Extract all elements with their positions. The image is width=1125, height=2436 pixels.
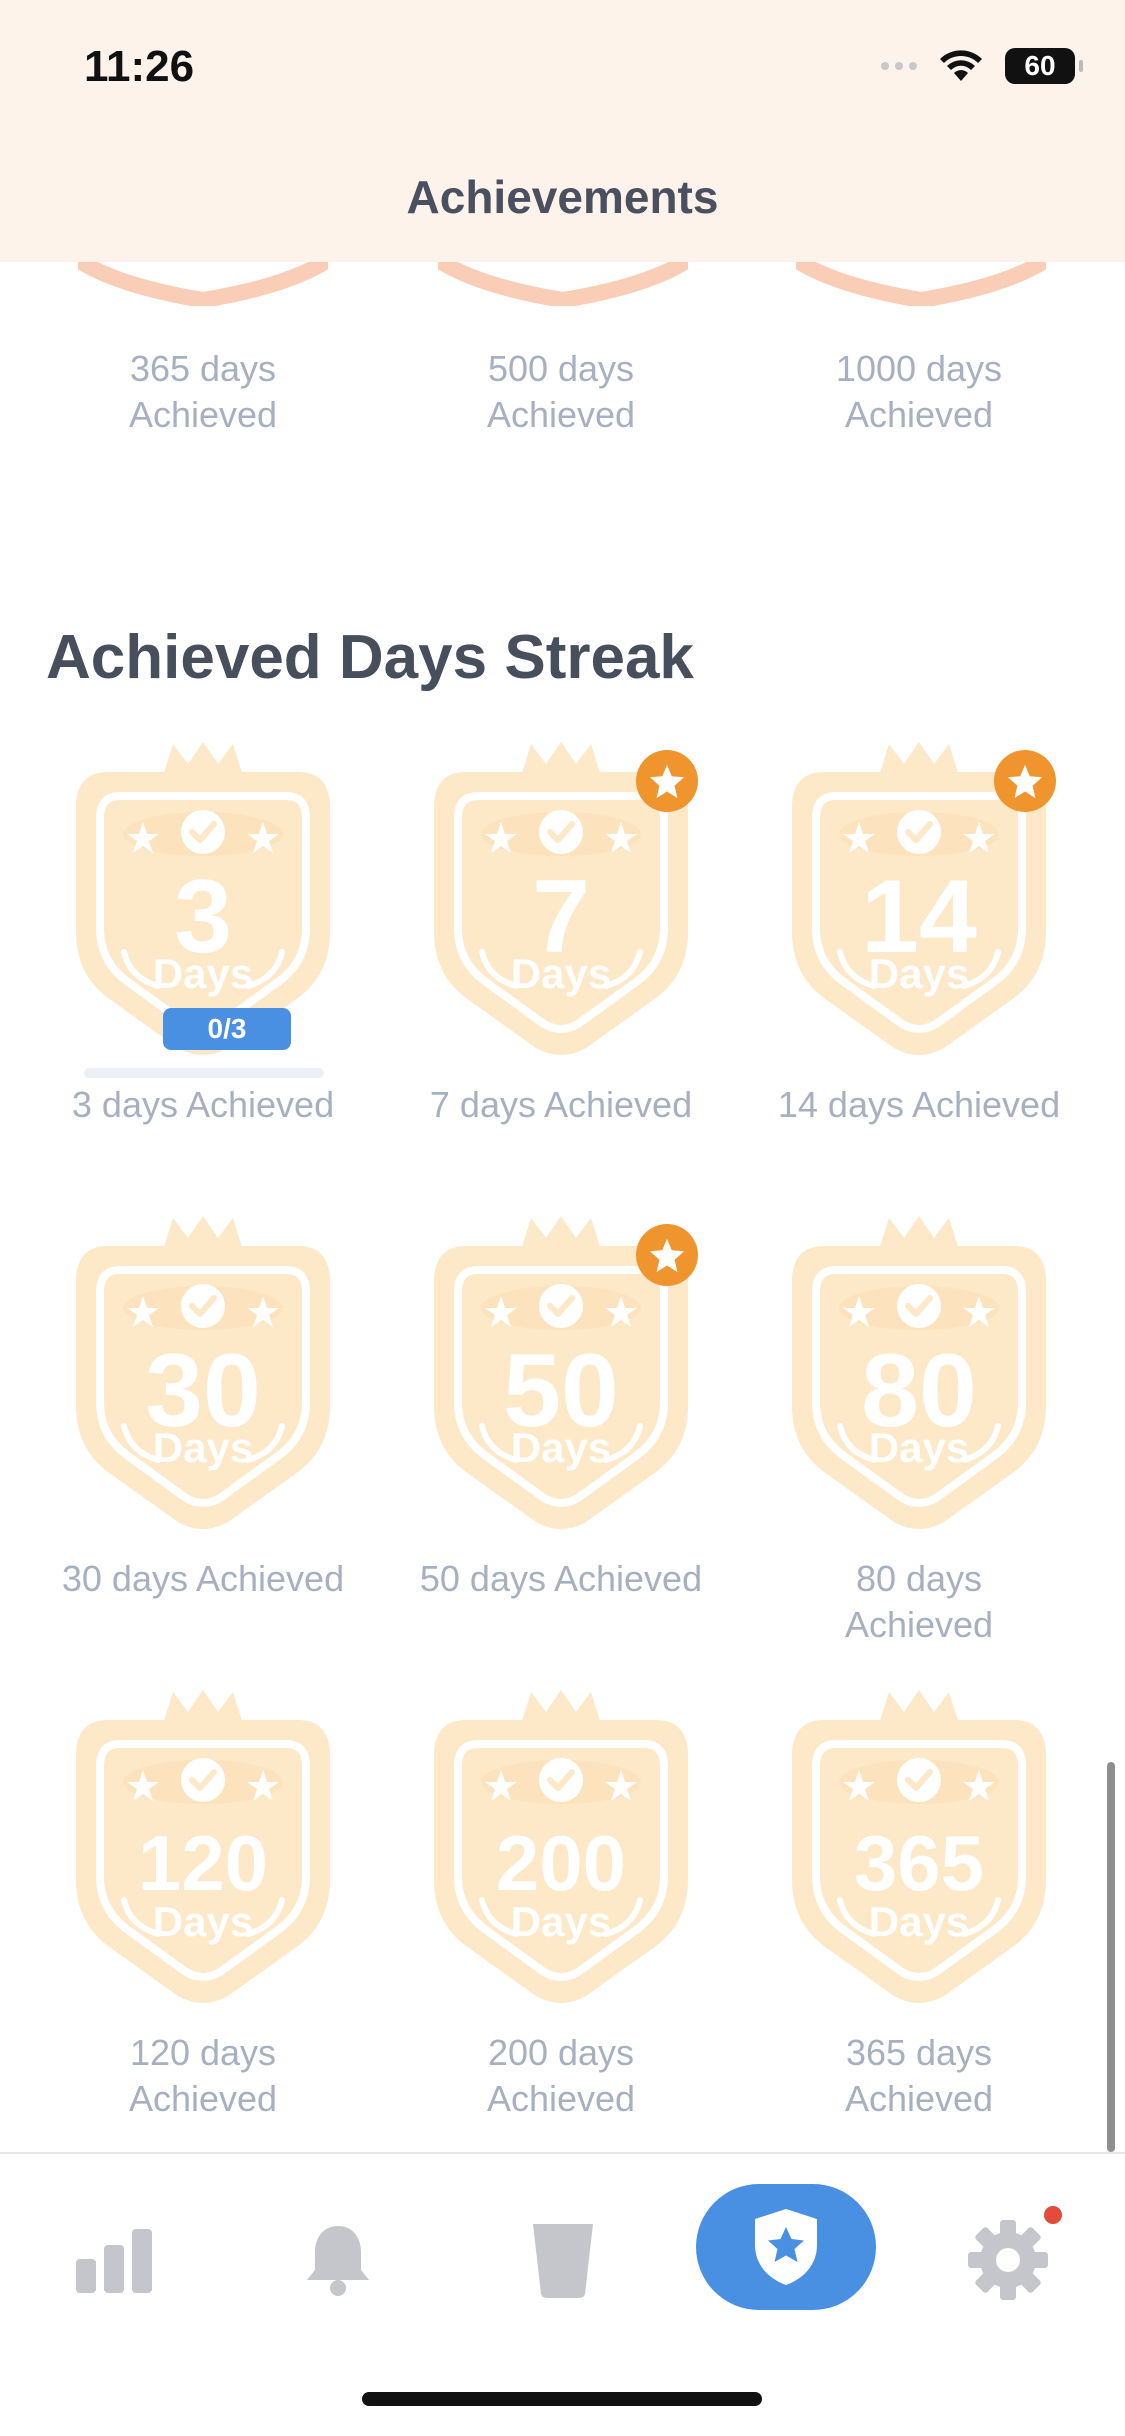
streak-badge[interactable]: 120 Days [68,1690,338,2010]
star-badge-icon [994,750,1056,812]
badge-label: 50 days Achieved [419,1558,703,1599]
badge-label: 3 days Achieved [71,1084,335,1125]
badge-label: 14 days Achieved [777,1084,1061,1125]
streak-badge[interactable]: 80 Days [784,1216,1054,1536]
badge-label: 30 days Achieved [61,1558,345,1599]
notification-dot [1044,2206,1062,2224]
badge-unit: Days [153,1424,253,1471]
badge-shield-icon: 200Days [434,1690,688,2003]
badge-unit: Days [869,950,969,997]
badge-unit: Days [511,1898,611,1945]
badge-unit: Days [511,950,611,997]
badge-unit: Days [511,1424,611,1471]
badge-bottom-edge [438,256,688,306]
streak-badge[interactable]: 30 Days [68,1216,338,1536]
badge-bottom-edge [796,256,1046,306]
tab-drink[interactable] [503,2200,623,2320]
tab-achievements[interactable] [696,2184,876,2310]
streak-badge[interactable]: 365 Days [784,1690,1054,2010]
home-indicator [362,2392,762,2406]
badge-label: 500 days Achieved [486,348,636,435]
badge-label: 120 days Achieved [128,2032,278,2119]
scrollbar[interactable] [1107,1762,1115,2152]
header-area: 11:26 60 Achievements [0,0,1125,262]
streak-badge[interactable]: 200 Days [426,1690,696,2010]
tab-settings[interactable] [948,2200,1068,2320]
badge-label: 1000 days Achieved [835,348,1003,435]
status-time: 11:26 [84,42,195,91]
badge-label: 7 days Achieved [429,1084,693,1125]
badge-unit: Days [153,1898,253,1945]
battery-icon: 60 [1005,48,1083,84]
badge-number: 200 [496,1819,626,1907]
badge-shield-icon: 120Days [76,1690,330,2003]
tab-reminders[interactable] [278,2200,398,2320]
badge-label: 200 days Achieved [486,2032,636,2119]
wifi-icon [940,50,982,81]
badge-shield-icon: 365Days [792,1690,1046,2003]
progress-track [84,1068,324,1078]
badge-unit: Days [869,1898,969,1945]
star-badge-icon [636,750,698,812]
cup-icon [533,2224,593,2298]
section-title: Achieved Days Streak [46,623,694,692]
progress-pill: 0/3 [163,1008,291,1050]
gear-icon [968,2220,1048,2300]
badge-label: 80 days Achieved [844,1558,994,1645]
badge-number: 365 [854,1819,984,1907]
bell-icon [307,2226,369,2296]
badge-number: 120 [138,1819,268,1907]
bar-chart-icon [76,2229,152,2293]
badge-unit: Days [869,1424,969,1471]
badge-label: 365 days Achieved [128,348,278,435]
badge-shield-icon: 80Days [792,1216,1046,1529]
badge-shield-icon: 30Days [76,1216,330,1529]
page-title: Achievements [406,171,719,223]
badge-label: 365 days Achieved [844,2032,994,2119]
star-badge-icon [636,1224,698,1286]
badge-unit: Days [153,950,253,997]
badge-bottom-edge [78,256,328,306]
shield-star-icon [755,2209,817,2285]
tab-stats[interactable] [54,2200,174,2320]
cellular-signal-icon [881,62,917,70]
status-icons: 60 [881,48,1083,84]
